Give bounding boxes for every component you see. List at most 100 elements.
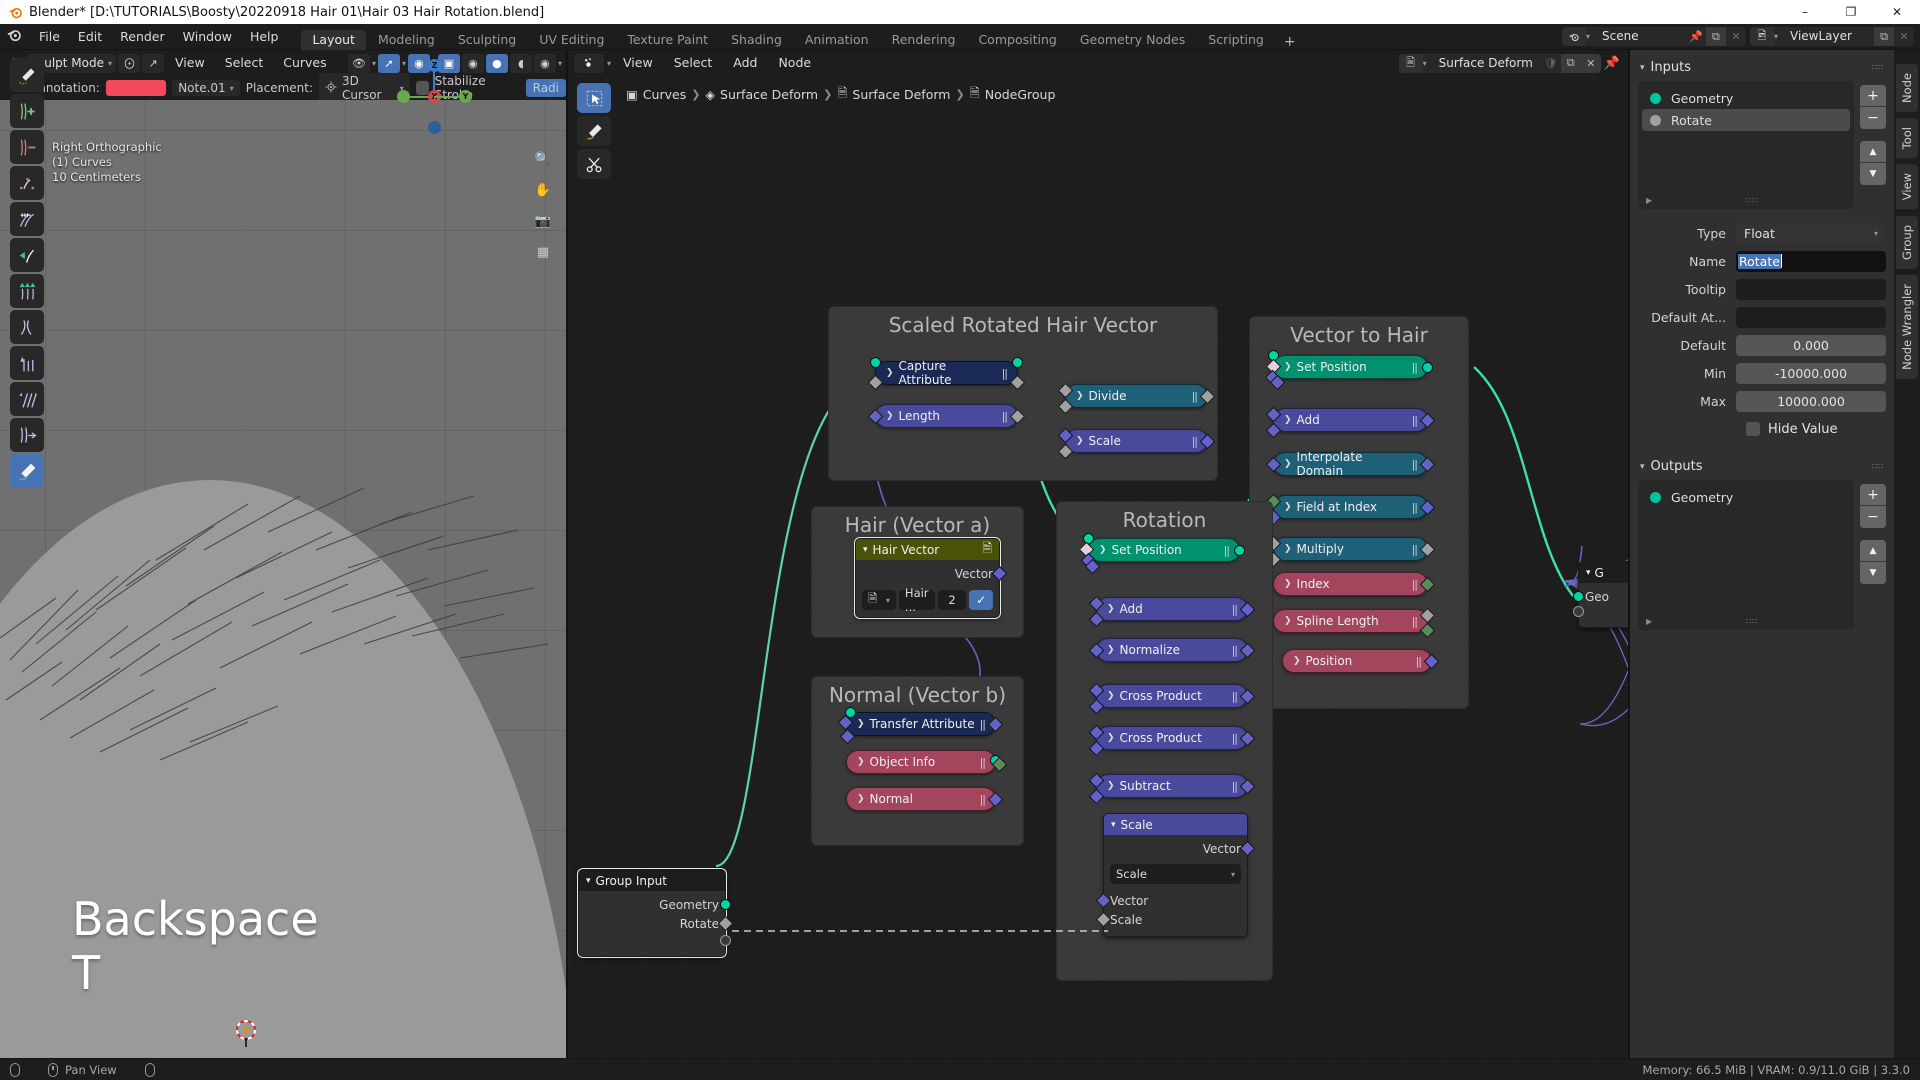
viewport-canvas[interactable]: Right Orthographic (1) Curves 10 Centime… [0,100,566,1058]
viewport-menu-view[interactable]: View [166,50,214,76]
node-group-input[interactable]: ▾ Group Input Geometry Rotate [577,868,734,958]
hide-value-checkbox[interactable] [1746,422,1760,436]
workspace-tab-shading[interactable]: Shading [720,30,793,50]
node-field-at-index[interactable]: ❯ Field at Index || [1265,493,1436,526]
chevron-right-icon[interactable]: ❯ [1284,544,1292,554]
menu-help[interactable]: Help [241,24,288,50]
node-header-group-input[interactable]: ▾ Group Input [579,870,725,891]
window-controls[interactable]: – ❐ ✕ [1782,0,1920,24]
inputs-list[interactable]: Geometry Rotate ▶ ∷∷ [1638,81,1854,209]
socket-geometry-out[interactable] [720,899,731,910]
socket-geometry-in[interactable] [1573,591,1584,602]
node-position[interactable]: ❯ Position || [1282,649,1440,673]
shading-solid-icon[interactable]: ● [485,53,508,73]
remove-input-button[interactable]: − [1860,107,1886,129]
viewport-3d[interactable]: Sculpt Mode ▾ ↗ View Select Curves 👁 ▾ ➚… [0,50,568,1058]
output-item-geometry[interactable]: Geometry [1642,486,1850,508]
node-collapse-grip[interactable]: || [980,793,987,806]
workspace-tab-scripting[interactable]: Scripting [1197,30,1275,50]
inputs-list-buttons[interactable]: + − ▲ ▼ [1860,81,1886,209]
fake-user-shield-icon[interactable]: ✓ [969,590,993,610]
socket-geometry-out[interactable] [1234,545,1245,556]
input-item-rotate[interactable]: Rotate [1642,109,1850,131]
workspace-tab-texture-paint[interactable]: Texture Paint [616,30,719,50]
node-header-scale[interactable]: ▾ Scale [1104,814,1247,835]
snake-hook-tool[interactable] [10,238,44,272]
node-scale-vector-math[interactable]: ❯ Scale || [1057,427,1216,460]
close-button[interactable]: ✕ [1874,0,1920,24]
node-collapse-grip[interactable]: || [1192,390,1199,403]
hand-icon[interactable]: ✋ [530,177,556,203]
shading-material-icon[interactable]: ◖ [509,53,532,73]
node-collapse-grip[interactable]: || [980,718,987,731]
prop-field-name[interactable]: Rotate [1736,250,1886,272]
maximize-button[interactable]: ❐ [1828,0,1874,24]
link-cut-tool[interactable] [577,149,611,179]
node-collapse-grip[interactable]: || [1002,367,1009,380]
user-count-field[interactable]: 2 [937,590,967,610]
node-collapse-grip[interactable]: || [1192,435,1199,448]
viewport-nav-buttons[interactable]: 🔍 ✋ 📷 ▦ [530,146,556,265]
new-viewlayer-icon[interactable]: ⧉ [1874,27,1894,46]
prop-field-default[interactable]: 0.000 [1736,334,1886,356]
workspace-tab-compositing[interactable]: Compositing [967,30,1067,50]
chevron-right-icon[interactable]: ❯ [1076,436,1084,446]
breadcrumb-item-nodegroup[interactable]: NodeGroup [985,87,1056,102]
chevron-right-icon[interactable]: ❯ [1107,645,1115,655]
chevron-right-icon[interactable]: ❯ [1107,781,1115,791]
add-workspace-button[interactable]: + [1276,34,1304,50]
draw-brush-tool[interactable] [10,58,44,92]
annotation-layer-name[interactable]: Note.01 [178,81,226,95]
node-menu-add[interactable]: Add [724,50,766,76]
node-collapse-grip[interactable]: || [1232,780,1239,793]
socket-geometry-in[interactable] [870,357,881,368]
chevron-right-icon[interactable]: ❯ [1099,545,1107,555]
chevron-right-icon[interactable]: ❯ [857,719,865,729]
menu-file[interactable]: File [30,24,69,50]
unlink-nodegroup-icon[interactable]: ✕ [1580,53,1601,73]
chevron-down-icon[interactable]: ▾ [586,876,591,886]
chevron-down-icon[interactable]: ▾ [1586,568,1591,578]
expand-list-icon[interactable]: ▶ [1646,617,1652,626]
node-scale-expanded[interactable]: ▾ Scale Vector Scale ▾ Vector Scale [1095,813,1256,937]
chevron-down-icon[interactable]: ▾ [1874,229,1878,238]
sculpt-symmetry-icon[interactable] [118,53,141,73]
chevron-right-icon[interactable]: ❯ [1284,459,1292,469]
socket-virtual-in[interactable] [1573,606,1584,617]
pin-icon[interactable]: 📌 [1604,56,1620,71]
menu-render[interactable]: Render [111,24,174,50]
chevron-right-icon[interactable]: ❯ [1284,502,1292,512]
annotate-tool[interactable] [10,454,44,488]
workspace-tab-uv-editing[interactable]: UV Editing [528,30,615,50]
blender-menu-icon[interactable] [0,27,30,47]
viewlayer-chevron-down-icon[interactable]: ▾ [1774,32,1782,41]
drag-handle-icon[interactable]: ∷∷ [1872,462,1884,470]
panel-header-outputs[interactable]: ▾ Outputs ∷∷ [1638,455,1886,480]
node-collapse-grip[interactable]: || [1412,615,1419,628]
outputs-add-remove-group[interactable]: + − [1860,484,1886,528]
puff-tool[interactable] [10,346,44,380]
node-spline-length[interactable]: ❯ Spline Length || [1273,607,1436,639]
object-name-field[interactable]: Hair ... [898,586,935,614]
chevron-right-icon[interactable]: ❯ [1284,362,1292,372]
socket-virtual-out[interactable] [720,935,731,946]
pin-scene-icon[interactable]: 📌 [1685,27,1706,46]
workspace-tab-layout[interactable]: Layout [301,29,366,50]
viewport-toolbar[interactable] [10,58,44,488]
gizmo-axis-y-neg[interactable] [397,90,410,103]
chevron-right-icon[interactable]: ❯ [1107,733,1115,743]
visibility-chevron-down-icon[interactable]: ▾ [372,59,376,68]
curves-sculpt-icon[interactable]: ↗ [142,53,165,73]
camera-icon[interactable]: 📷 [530,208,556,234]
node-collapse-grip[interactable]: || [1232,644,1239,657]
workspace-tab-sculpting[interactable]: Sculpting [447,30,527,50]
list-resize-grip[interactable]: ∷∷ [1746,196,1758,205]
menu-window[interactable]: Window [174,24,241,50]
chevron-down-icon[interactable]: ▾ [1111,820,1116,830]
list-resize-grip[interactable]: ∷∷ [1746,617,1758,626]
node-interpolate-domain[interactable]: ❯ Interpolate Domain || [1265,450,1436,478]
inputs-add-remove-group[interactable]: + − [1860,85,1886,129]
node-add-vth[interactable]: ❯ Add || [1265,406,1436,439]
sidebar-tab-tool[interactable]: Tool [1896,118,1918,159]
gizmo-toggle-icon[interactable]: ➚ [377,53,400,73]
